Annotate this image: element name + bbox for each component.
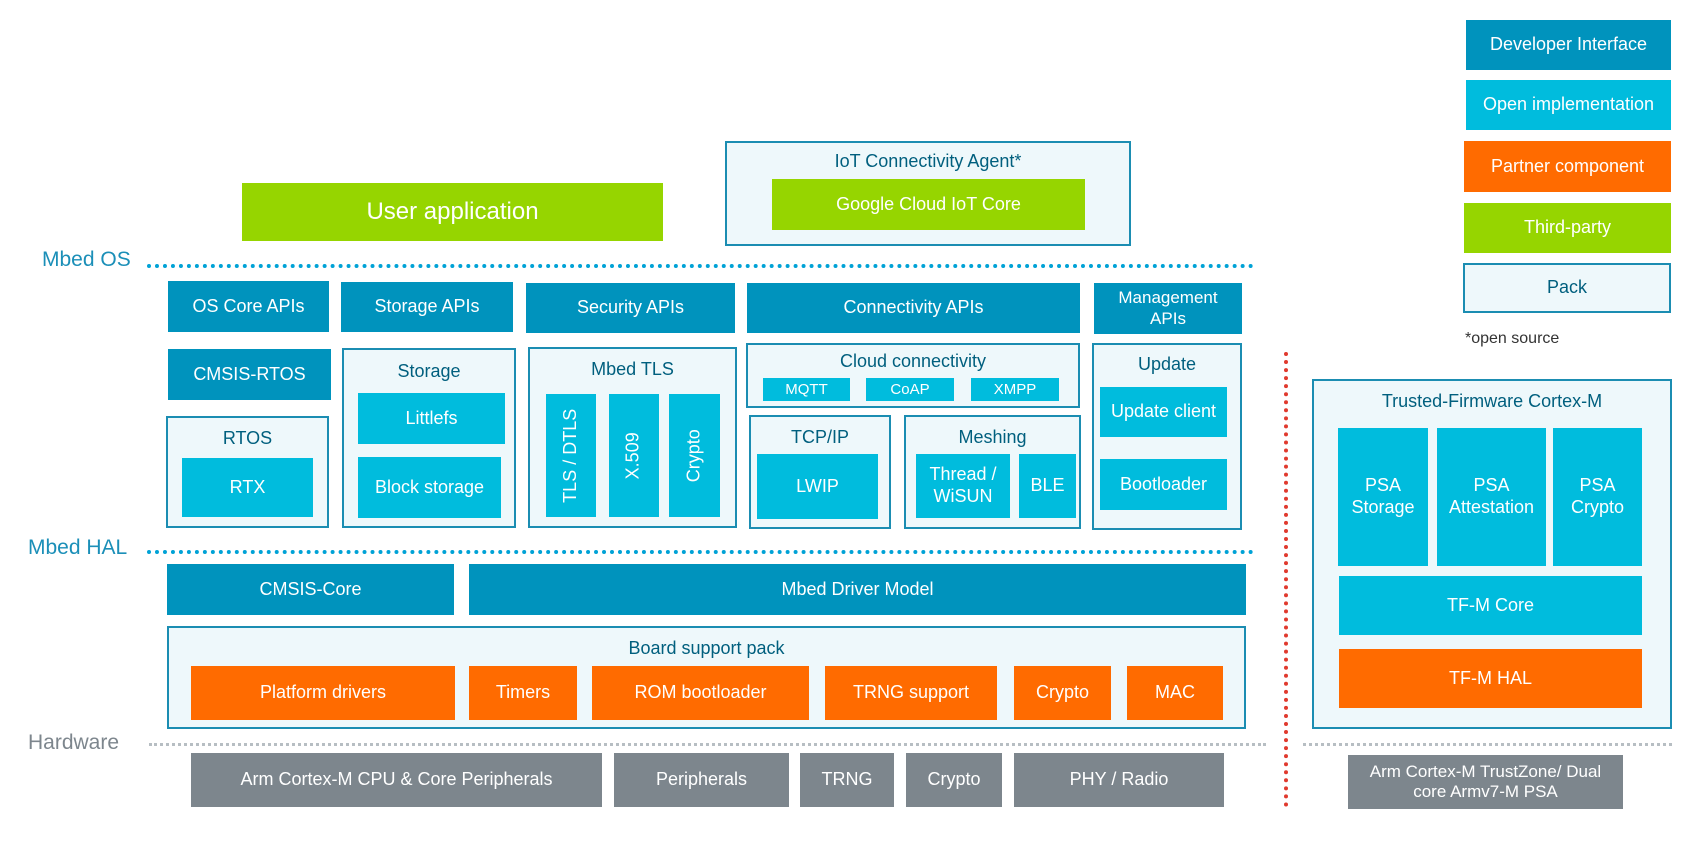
mbed-tls-crypto-label: Crypto: [683, 428, 704, 483]
coap: CoAP: [866, 378, 954, 401]
hw-crypto: Crypto: [906, 753, 1002, 807]
block-storage: Block storage: [358, 457, 501, 518]
meshing-pack: Meshing Thread / WiSUN BLE: [904, 415, 1081, 529]
secure-boundary-line: [1284, 352, 1288, 807]
storage-title: Storage: [397, 361, 461, 381]
timers: Timers: [469, 666, 577, 720]
cmsis-core: CMSIS-Core: [167, 564, 454, 615]
mbed-tls-pack: Mbed TLS TLS / DTLS X.509 Crypto: [528, 347, 737, 528]
tfm-title: Trusted-Firmware Cortex-M: [1381, 391, 1603, 411]
x509-label: X.509: [623, 431, 644, 480]
ble: BLE: [1019, 454, 1076, 518]
tcpip-pack: TCP/IP LWIP: [749, 415, 891, 529]
management-apis: Management APIs: [1094, 283, 1242, 334]
rom-bootloader: ROM bootloader: [592, 666, 809, 720]
hw-trustzone: Arm Cortex-M TrustZone/ Dual core Armv7-…: [1348, 755, 1623, 809]
tfm-hal: TF-M HAL: [1339, 649, 1642, 708]
hw-peripherals: Peripherals: [614, 753, 789, 807]
bootloader: Bootloader: [1100, 459, 1227, 510]
x509: X.509: [609, 394, 659, 517]
iot-agent-title: IoT Connectivity Agent*: [834, 151, 1022, 171]
connectivity-apis: Connectivity APIs: [747, 283, 1080, 333]
thread-wisun: Thread / WiSUN: [916, 454, 1010, 518]
storage-pack: Storage Littlefs Block storage: [342, 348, 516, 528]
psa-storage: PSA Storage: [1338, 428, 1428, 566]
layer-label-hardware: Hardware: [28, 731, 120, 754]
tls-dtls: TLS / DTLS: [546, 394, 596, 517]
lwip: LWIP: [757, 454, 878, 519]
user-application: User application: [242, 183, 663, 241]
mac: MAC: [1127, 666, 1223, 720]
rtos-title: RTOS: [222, 428, 273, 448]
bsp-crypto: Crypto: [1014, 666, 1111, 720]
google-cloud-iot-core: Google Cloud IoT Core: [772, 179, 1085, 230]
cmsis-rtos: CMSIS-RTOS: [168, 349, 331, 400]
cloud-connectivity-title: Cloud connectivity: [839, 351, 987, 371]
legend-open-source-note: *open source: [1465, 330, 1560, 347]
platform-drivers: Platform drivers: [191, 666, 455, 720]
rtos-pack: RTOS RTX: [166, 416, 329, 528]
mbed-tls-title: Mbed TLS: [591, 359, 674, 379]
layer-label-mbed-os: Mbed OS: [42, 248, 131, 271]
meshing-title: Meshing: [958, 427, 1027, 447]
psa-attestation: PSA Attestation: [1437, 428, 1546, 566]
hw-phy-radio: PHY / Radio: [1014, 753, 1224, 807]
legend-pack: Pack: [1463, 263, 1671, 313]
hardware-divider-secure: [1303, 743, 1672, 746]
update-client: Update client: [1100, 387, 1227, 437]
legend-developer-interface: Developer Interface: [1466, 20, 1671, 70]
layer-label-mbed-hal: Mbed HAL: [28, 536, 128, 559]
psa-crypto: PSA Crypto: [1553, 428, 1642, 566]
board-support-pack: Board support pack Platform drivers Time…: [167, 626, 1246, 729]
mbed-os-divider: [147, 264, 1254, 268]
update-pack: Update Update client Bootloader: [1092, 343, 1242, 530]
hardware-divider: [149, 743, 1266, 746]
security-apis: Security APIs: [526, 283, 735, 333]
hw-trng: TRNG: [800, 753, 894, 807]
cloud-connectivity-pack: Cloud connectivity MQTT CoAP XMPP: [746, 343, 1080, 408]
littlefs: Littlefs: [358, 393, 505, 444]
trusted-firmware-m: Trusted-Firmware Cortex-M PSA Storage PS…: [1312, 379, 1672, 729]
update-title: Update: [1137, 354, 1197, 374]
mbed-tls-crypto: Crypto: [669, 394, 720, 517]
trng-support: TRNG support: [825, 666, 997, 720]
tcpip-title: TCP/IP: [790, 427, 849, 447]
rtx: RTX: [182, 458, 313, 517]
tfm-core: TF-M Core: [1339, 576, 1642, 635]
xmpp: XMPP: [971, 378, 1059, 401]
hw-arm-cortex-m-cpu: Arm Cortex-M CPU & Core Peripherals: [191, 753, 602, 807]
legend-third-party: Third-party: [1464, 203, 1671, 253]
mbed-hal-divider: [147, 550, 1254, 554]
iot-connectivity-agent: IoT Connectivity Agent* Google Cloud IoT…: [725, 141, 1131, 246]
storage-apis: Storage APIs: [341, 282, 513, 332]
mbed-driver-model: Mbed Driver Model: [469, 564, 1246, 615]
tls-dtls-label: TLS / DTLS: [560, 408, 581, 503]
bsp-title: Board support pack: [628, 638, 785, 658]
mqtt: MQTT: [763, 378, 850, 401]
legend-partner-component: Partner component: [1464, 141, 1671, 192]
os-core-apis: OS Core APIs: [168, 281, 329, 332]
legend-open-implementation: Open implementation: [1466, 80, 1671, 130]
